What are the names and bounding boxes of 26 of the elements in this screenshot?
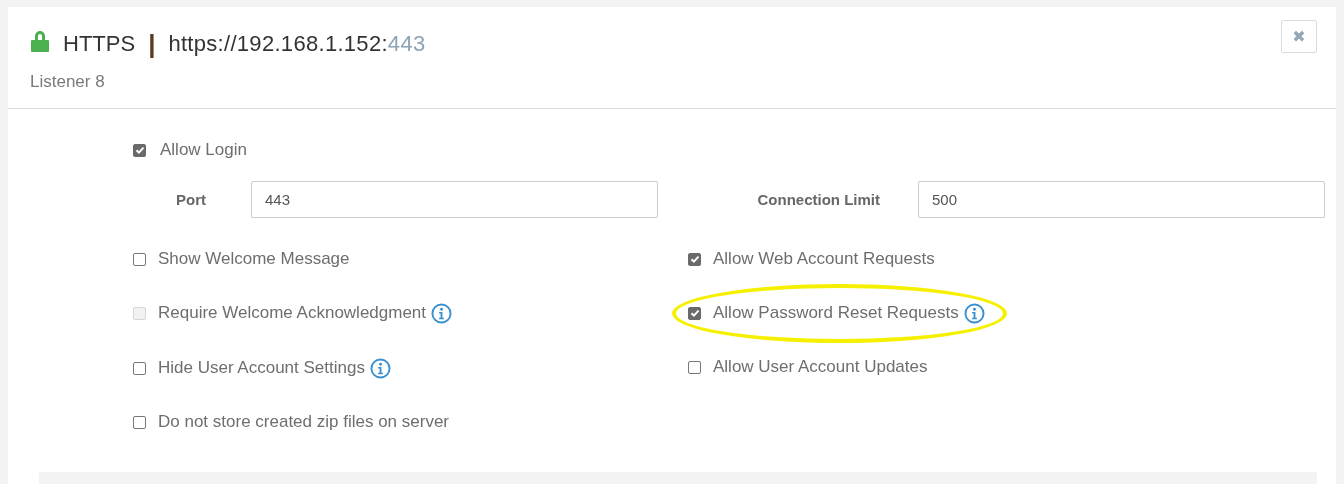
field-label: Port (175, 191, 207, 208)
checkbox[interactable] (688, 360, 701, 374)
checkbox-label: Require Welcome Acknowledgment (158, 303, 427, 323)
checkbox-label: Allow Password Reset Requests (713, 303, 959, 323)
checkbox[interactable] (688, 306, 701, 320)
input-field[interactable]: 443 (251, 181, 658, 218)
checkbox[interactable] (133, 361, 146, 375)
checkbox-label: Show Welcome Message (158, 249, 350, 269)
info-icon[interactable] (963, 302, 985, 324)
checkbox[interactable] (133, 143, 146, 157)
checkbox-label: Allow Web Account Requests (713, 249, 935, 269)
info-icon[interactable] (369, 357, 391, 379)
protocol-label: HTTPS (63, 31, 136, 57)
checkbox[interactable] (133, 415, 146, 429)
input-field[interactable]: 500 (918, 181, 1325, 218)
checkbox-label: Hide User Account Settings (158, 358, 365, 378)
checkbox-label: Allow User Account Updates (713, 357, 928, 377)
separator: | (148, 28, 156, 60)
checkbox-label: Allow Login (160, 140, 247, 160)
checkbox-label: Do not store created zip files on server (158, 412, 450, 432)
checkbox[interactable] (133, 252, 146, 266)
listener-url: https://192.168.1.152:443 (168, 31, 426, 57)
checkbox[interactable] (688, 252, 701, 266)
listener-name: Listener 8 (30, 72, 106, 92)
field-label: Connection Limit (756, 191, 881, 208)
lock-icon (30, 30, 50, 52)
